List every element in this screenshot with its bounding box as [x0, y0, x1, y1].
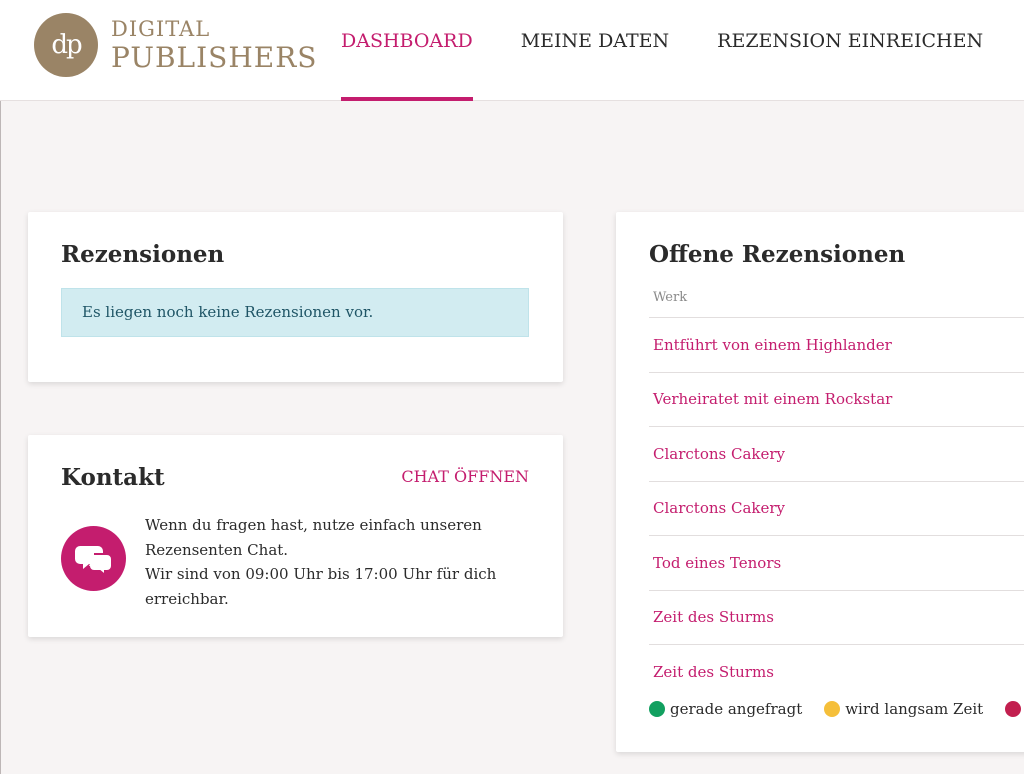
logo-monogram: dp [34, 13, 98, 77]
rezensionen-card: Rezensionen Es liegen noch keine Rezensi… [28, 212, 563, 382]
list-item: Zeit des Sturms [649, 644, 1024, 699]
list-item: Tod eines Tenors [649, 535, 1024, 590]
legend-item-yellow: wird langsam Zeit [824, 700, 983, 718]
list-item: Zeit des Sturms [649, 589, 1024, 645]
work-link[interactable]: Tod eines Tenors [653, 554, 781, 572]
top-navigation-bar: dp DIGITAL PUBLISHERS DASHBOARD MEINE DA… [0, 0, 1024, 101]
kontakt-description: Wenn du fragen hast, nutze einfach unser… [145, 513, 525, 611]
chat-open-link[interactable]: CHAT ÖFFNEN [401, 467, 529, 486]
work-link[interactable]: Zeit des Sturms [653, 608, 774, 626]
offene-rezensionen-card: Offene Rezensionen Werk Entführt von ein… [616, 212, 1024, 752]
red-dot-icon [1005, 701, 1022, 717]
logo-text-line1: DIGITAL [111, 17, 211, 41]
kontakt-text-line: Wir sind von 09:00 Uhr bis 17:00 Uhr für… [145, 565, 497, 583]
yellow-dot-icon [824, 701, 841, 717]
open-reviews-list: Entführt von einem Highlander Verheirate… [649, 317, 1024, 699]
kontakt-card: Kontakt CHAT ÖFFNEN Wenn du fragen hast,… [28, 435, 563, 637]
nav-item-dashboard[interactable]: DASHBOARD [341, 0, 473, 101]
nav-item-meine-daten[interactable]: MEINE DATEN [521, 0, 669, 101]
logo-text-line2: PUBLISHERS [111, 41, 318, 74]
list-item: Verheiratet mit einem Rockstar [649, 371, 1024, 427]
window-edge [0, 0, 1, 774]
work-link[interactable]: Entführt von einem Highlander [653, 336, 892, 354]
rezensionen-title: Rezensionen [61, 241, 225, 268]
kontakt-text-line: Wenn du fragen hast, nutze einfach unser… [145, 516, 482, 534]
green-dot-icon [649, 701, 665, 717]
main-nav: DASHBOARD MEINE DATEN REZENSION EINREICH… [341, 0, 1024, 101]
offene-rezensionen-title: Offene Rezensionen [649, 241, 906, 268]
legend-label: wird langsam Zeit [845, 700, 984, 718]
kontakt-text-line: erreichbar. [145, 589, 229, 608]
list-item: Clarctons Cakery [649, 480, 1024, 536]
work-link[interactable]: Zeit des Sturms [653, 663, 774, 681]
legend-item-green: gerade angefragt [649, 700, 802, 718]
legend-label: gerade angefragt [670, 700, 803, 718]
digital-publishers-logo[interactable]: dp DIGITAL PUBLISHERS [34, 13, 316, 79]
no-reviews-info-alert: Es liegen noch keine Rezensionen vor. [61, 288, 529, 337]
work-link[interactable]: Clarctons Cakery [653, 445, 785, 463]
work-link[interactable]: Clarctons Cakery [653, 499, 785, 517]
nav-item-rezension-einreichen[interactable]: REZENSION EINREICHEN [717, 0, 983, 101]
column-header-werk: Werk [653, 290, 688, 305]
chat-bubbles-icon [61, 526, 126, 591]
work-link[interactable]: Verheiratet mit einem Rockstar [653, 390, 892, 408]
kontakt-title: Kontakt [61, 464, 165, 491]
list-item: Clarctons Cakery [649, 426, 1024, 481]
kontakt-text-line: Rezensenten Chat. [145, 540, 289, 559]
status-legend: gerade angefragt wird langsam Zeit [649, 700, 1024, 718]
list-item: Entführt von einem Highlander [649, 317, 1024, 372]
legend-item-red [1005, 701, 1024, 717]
